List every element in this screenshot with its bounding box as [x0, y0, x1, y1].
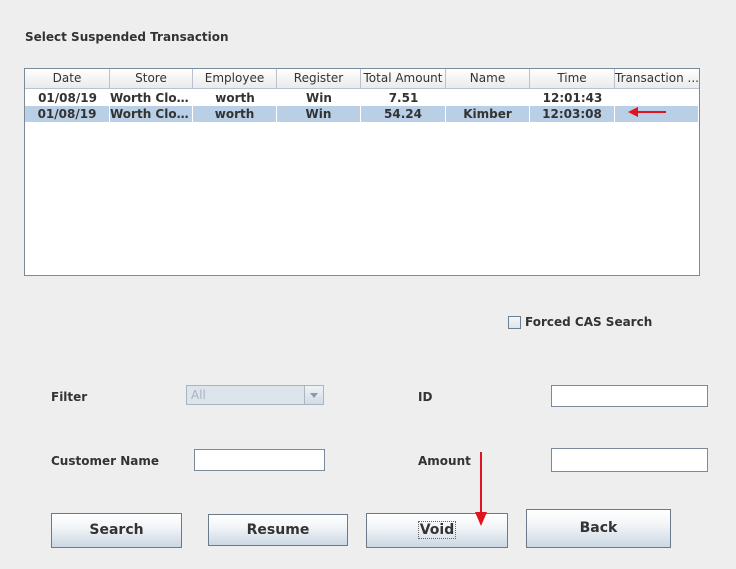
column-header-transaction[interactable]: Transaction ... — [615, 69, 699, 89]
cell-date: 01/08/19 — [25, 106, 110, 122]
table-header: Date Store Employee Register Total Amoun… — [25, 69, 699, 89]
search-button[interactable]: Search — [51, 513, 182, 548]
cell-total-amount: 54.24 — [361, 106, 446, 122]
filter-label: Filter — [51, 390, 88, 404]
cell-employee: worth — [215, 91, 255, 105]
filter-select[interactable]: All — [186, 385, 324, 405]
id-label: ID — [418, 390, 433, 404]
void-button-label: Void — [417, 521, 457, 539]
forced-cas-search-checkbox[interactable] — [508, 316, 521, 329]
column-header-employee[interactable]: Employee — [193, 69, 277, 89]
cell-store: Worth Clot... — [110, 106, 193, 122]
column-header-store[interactable]: Store — [110, 69, 193, 89]
id-input[interactable] — [551, 385, 708, 407]
page-title: Select Suspended Transaction — [25, 30, 229, 44]
chevron-down-icon[interactable] — [304, 386, 323, 404]
cell-store: Worth Clot... — [110, 91, 193, 105]
column-header-register[interactable]: Register — [277, 69, 361, 89]
cell-name — [446, 90, 530, 106]
customer-name-input[interactable] — [194, 449, 325, 471]
table-row-selected[interactable]: 01/08/19 Worth Clot... worth Win 54.24 K… — [25, 106, 699, 122]
cell-total-amount: 7.51 — [388, 91, 419, 105]
search-button-label: Search — [89, 522, 144, 538]
column-header-time[interactable]: Time — [530, 69, 615, 89]
amount-input[interactable] — [551, 448, 708, 472]
back-button[interactable]: Back — [526, 509, 671, 548]
annotation-arrow-left-icon — [628, 107, 666, 117]
resume-button[interactable]: Resume — [208, 514, 348, 546]
cell-register: Win — [306, 91, 332, 105]
annotation-arrow-down-icon — [475, 452, 487, 526]
customer-name-label: Customer Name — [51, 454, 159, 468]
back-button-label: Back — [579, 520, 618, 536]
suspended-transactions-table[interactable]: Date Store Employee Register Total Amoun… — [24, 68, 700, 276]
cell-register: Win — [277, 106, 361, 122]
cell-time: 12:01:43 — [542, 91, 603, 105]
cell-date: 01/08/19 — [38, 91, 97, 105]
forced-cas-search-label: Forced CAS Search — [525, 315, 653, 329]
table-row[interactable]: 01/08/19 Worth Clot... worth Win 7.51 12… — [25, 90, 699, 106]
resume-button-label: Resume — [246, 522, 310, 538]
column-header-date[interactable]: Date — [25, 69, 110, 89]
cell-transaction — [615, 90, 699, 106]
column-header-name[interactable]: Name — [446, 69, 530, 89]
column-header-total-amount[interactable]: Total Amount — [361, 69, 446, 89]
amount-label: Amount — [418, 454, 471, 468]
filter-select-value: All — [191, 388, 206, 402]
cell-employee: worth — [193, 106, 277, 122]
cell-time: 12:03:08 — [530, 106, 615, 122]
cell-name: Kimber — [446, 106, 530, 122]
